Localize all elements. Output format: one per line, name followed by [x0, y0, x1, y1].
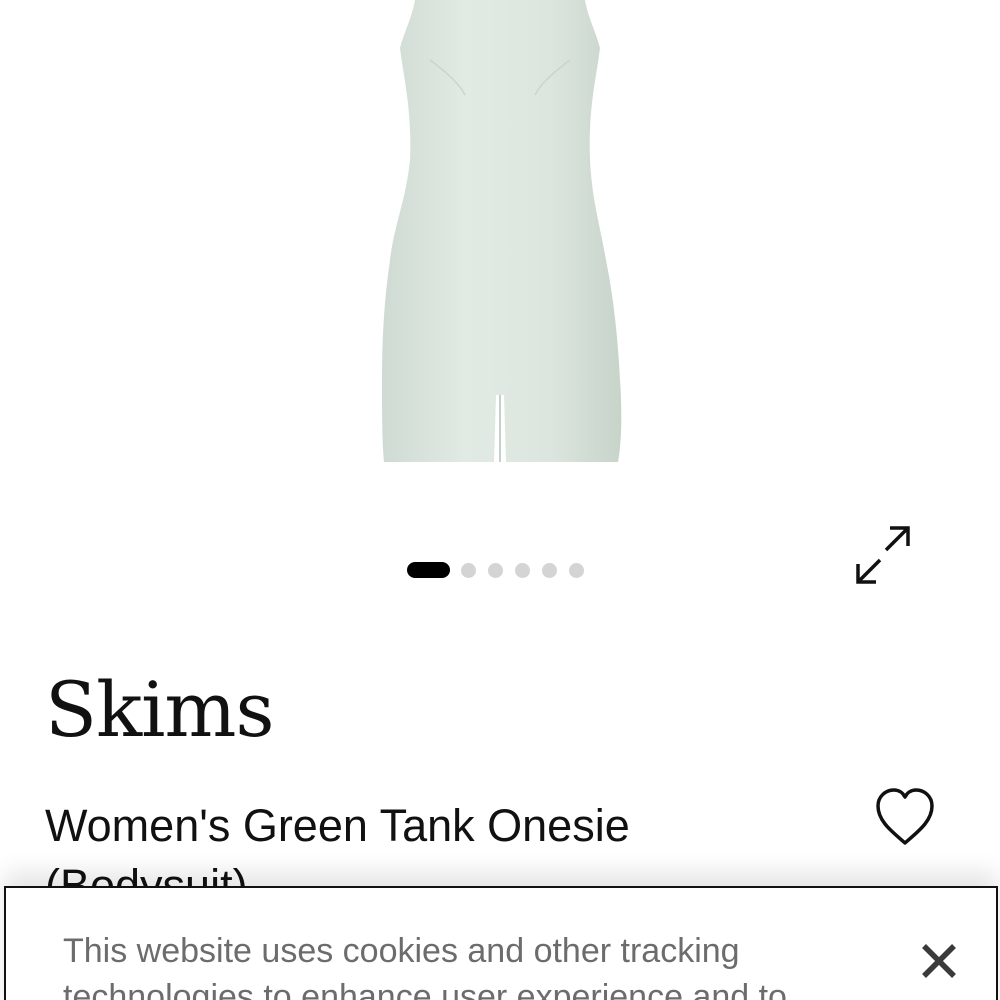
expand-arrows-icon	[856, 526, 910, 584]
close-x-icon	[922, 944, 956, 978]
carousel-dot[interactable]	[488, 562, 503, 578]
expand-image-button[interactable]	[852, 524, 914, 586]
carousel-dot[interactable]	[569, 562, 584, 578]
cookie-consent-banner: This website uses cookies and other trac…	[4, 886, 998, 1000]
cookie-message: This website uses cookies and other trac…	[63, 932, 787, 1000]
carousel-dot[interactable]	[542, 562, 557, 578]
bodysuit-illustration	[382, 0, 622, 462]
image-carousel-indicator	[407, 561, 584, 579]
product-image[interactable]	[300, 0, 700, 480]
carousel-dot[interactable]	[515, 562, 530, 578]
carousel-dot[interactable]	[461, 562, 476, 578]
bodysuit-shape	[382, 0, 622, 462]
brand-name[interactable]: Skims	[45, 660, 274, 760]
heart-outline-icon	[876, 788, 934, 845]
close-cookie-banner-button[interactable]	[914, 936, 964, 986]
wishlist-button[interactable]	[872, 786, 938, 848]
carousel-dot-active[interactable]	[407, 562, 450, 578]
